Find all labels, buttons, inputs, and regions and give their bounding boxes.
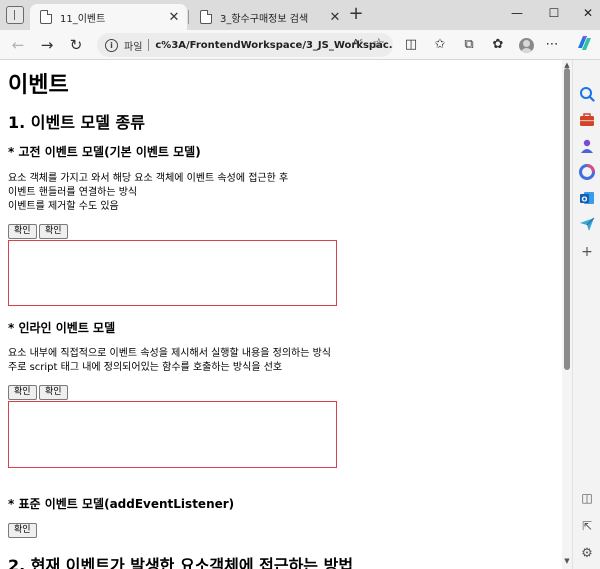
address-scheme: 파일 (124, 41, 143, 53)
toolbar: ← → ↻ i 파일 c%3A/FrontendWorkspace/3_JS_W… (0, 30, 600, 60)
classic-confirm-button-2[interactable]: 확인 (39, 224, 68, 239)
classic-confirm-button-1[interactable]: 확인 (8, 224, 37, 239)
tab-active[interactable]: 11_이벤트 ✕ (30, 4, 187, 30)
new-tab-button[interactable]: + (346, 5, 366, 25)
inline-confirm-button-2[interactable]: 확인 (39, 385, 68, 400)
page-scrollbar[interactable]: ▲ ▼ (562, 60, 572, 569)
favorites-icon[interactable]: ✩ (428, 33, 452, 57)
outlook-icon[interactable]: O (579, 190, 595, 206)
description-line: 요소 객체를 가지고 와서 해당 요소 객체에 이벤트 속성에 접근한 후 (8, 173, 289, 184)
people-icon[interactable] (579, 138, 595, 154)
page-title: 이벤트 (8, 73, 69, 98)
classic-model-heading: * 고전 이벤트 모델(기본 이벤트 모델) (8, 145, 201, 159)
back-icon[interactable]: ← (6, 33, 30, 57)
description-line: 이벤트 핸들러를 연결하는 방식 (8, 187, 138, 198)
maximize-icon[interactable]: ☐ (542, 3, 566, 23)
tools-briefcase-icon[interactable] (579, 112, 595, 128)
svg-text:O: O (582, 196, 588, 204)
extensions-icon[interactable]: ✿ (486, 33, 510, 57)
tab-title: 11_이벤트 (60, 13, 106, 25)
favorite-star-icon[interactable]: ☆ (372, 36, 385, 52)
tab-divider (188, 10, 189, 24)
description-line: 이벤트를 제거할 수도 있음 (8, 201, 119, 212)
classic-model-description: 요소 객체를 가지고 와서 해당 요소 객체에 이벤트 속성에 접근한 후 이벤… (8, 172, 288, 214)
copilot-icon[interactable] (574, 33, 594, 53)
description-line: 요소 내부에 직접적으로 이벤트 속성을 제시해서 실행할 내용을 정의하는 방… (8, 348, 332, 359)
inline-model-description: 요소 내부에 직접적으로 이벤트 속성을 제시해서 실행할 내용을 정의하는 방… (8, 347, 331, 375)
minimize-icon[interactable]: — (505, 3, 529, 23)
inline-model-heading: * 인라인 이벤트 모델 (8, 321, 116, 335)
search-icon[interactable] (579, 86, 595, 102)
profile-avatar[interactable] (519, 38, 534, 53)
collections-icon[interactable]: ⧉ (457, 33, 481, 57)
description-line: 주로 script 태그 내에 정의되어있는 함수를 호출하는 방식을 선호 (8, 362, 283, 373)
tab-inactive[interactable]: 3_항수구매정보 검색 ✕ (190, 4, 348, 30)
info-icon[interactable]: i (105, 38, 118, 52)
open-external-icon[interactable]: ⇱ (579, 518, 595, 534)
send-icon[interactable] (579, 216, 595, 232)
add-sidebar-item-icon[interactable]: + (579, 244, 595, 260)
split-screen-icon[interactable]: ◫ (399, 33, 423, 57)
file-icon (40, 10, 52, 24)
page-viewport: 이벤트 1. 이벤트 모델 종류 * 고전 이벤트 모델(기본 이벤트 모델) … (0, 60, 572, 569)
edge-sidebar: O + ◫ ⇱ ⚙ (572, 60, 600, 569)
scroll-thumb[interactable] (564, 68, 570, 370)
tab-close-icon[interactable]: ✕ (326, 10, 344, 25)
forward-icon[interactable]: → (35, 33, 59, 57)
more-menu-icon[interactable]: ⋯ (540, 33, 564, 57)
refresh-icon[interactable]: ↻ (64, 33, 88, 57)
office-icon[interactable] (579, 164, 595, 180)
classic-output-area (8, 240, 337, 306)
tab-close-icon[interactable]: ✕ (165, 10, 183, 25)
inline-output-area (8, 401, 337, 468)
sidebar-layout-icon[interactable]: ◫ (579, 490, 595, 506)
address-divider (148, 39, 150, 51)
inline-confirm-button-1[interactable]: 확인 (8, 385, 37, 400)
file-icon (200, 10, 212, 24)
close-window-icon[interactable]: ✕ (576, 3, 600, 23)
standard-model-heading: * 표준 이벤트 모델(addEventListener) (8, 497, 235, 511)
section2-heading: 2. 현재 이벤트가 발생한 요소객체에 접근하는 방법 (8, 556, 354, 569)
tab-strip: 11_이벤트 ✕ 3_항수구매정보 검색 ✕ + — ☐ ✕ (0, 0, 600, 30)
section1-heading: 1. 이벤트 모델 종류 (8, 113, 145, 132)
tab-actions-icon[interactable] (6, 6, 24, 24)
address-bar[interactable]: i 파일 c%3A/FrontendWorkspace/3_JS_Workspa… (97, 33, 393, 57)
settings-gear-icon[interactable]: ⚙ (579, 546, 595, 562)
tab-title: 3_항수구매정보 검색 (220, 13, 309, 25)
read-aloud-icon[interactable]: Aˢ (352, 38, 363, 49)
scroll-down-icon[interactable]: ▼ (563, 557, 571, 565)
standard-confirm-button[interactable]: 확인 (8, 523, 37, 538)
